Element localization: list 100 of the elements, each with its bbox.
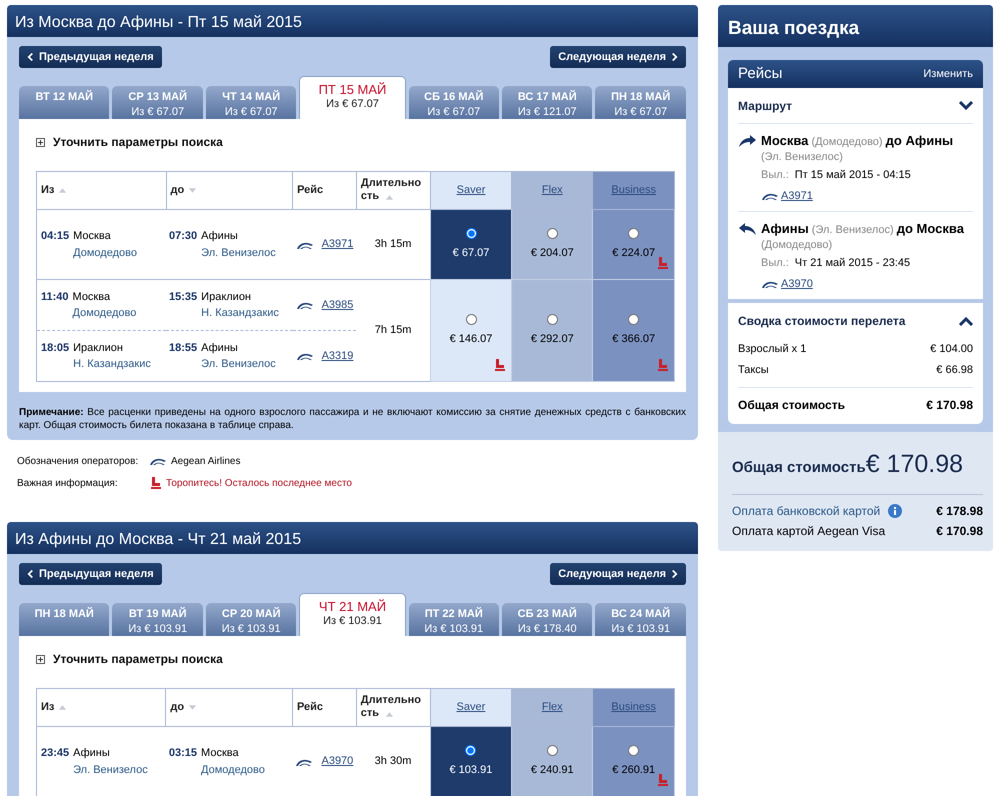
column-header[interactable]: Длительность: [356, 172, 430, 210]
airport-name: Домодедово: [201, 762, 265, 778]
seat-icon: [149, 476, 162, 490]
departure-time: 18:05: [41, 340, 70, 356]
airport-name: Эл. Венизелос: [201, 246, 276, 260]
fare-radio[interactable]: [466, 314, 477, 325]
fare-cell[interactable]: € 67.07: [430, 210, 512, 280]
fare-price: € 260.91: [611, 762, 656, 778]
flights-header-bar: Рейсы Изменить: [728, 60, 983, 88]
fare-price: € 103.91: [448, 762, 494, 778]
price-value: € 66.98: [936, 363, 973, 378]
fare-cell[interactable]: € 366.07: [592, 280, 674, 382]
day-tab[interactable]: ЧТ 14 МАЙ Из € 67.07: [206, 86, 296, 119]
column-header: Рейс: [292, 688, 356, 726]
next-week-button[interactable]: Следующая неделя: [550, 563, 686, 585]
next-week-button[interactable]: Следующая неделя: [550, 46, 686, 68]
flight-number-link[interactable]: A3985: [322, 296, 354, 314]
day-tab[interactable]: СР 13 МАЙ Из € 67.07: [112, 86, 203, 119]
price-value: € 104.00: [930, 342, 973, 358]
total-value: € 170.98: [926, 397, 973, 414]
fare-class-link[interactable]: Flex: [542, 184, 563, 196]
fare-radio[interactable]: [465, 745, 476, 756]
fare-cell[interactable]: € 240.91: [512, 726, 593, 796]
fare-radio[interactable]: [546, 314, 558, 325]
day-tab[interactable]: СР 20 МАЙ Из € 103.91: [206, 603, 296, 636]
swoosh-icon: [296, 300, 314, 310]
previous-week-button[interactable]: Предыдущая неделя: [19, 46, 162, 68]
price-label: Таксы: [738, 363, 769, 378]
expand-icon: [36, 654, 45, 664]
flight-number-link[interactable]: A3319: [322, 348, 354, 364]
departure-date: Чт 21 май 2015 - 23:45: [794, 256, 910, 271]
fare-price: € 224.07: [611, 246, 656, 260]
chevron-left-icon: [27, 569, 34, 579]
grand-total-label: Общая стоимость: [732, 458, 866, 478]
fare-price: € 204.07: [530, 246, 575, 260]
airport-name: Эл. Венизелос: [201, 357, 276, 372]
total-label: Общая стоимость: [738, 397, 845, 414]
day-tab[interactable]: СБ 16 МАЙ Из € 67.07: [408, 86, 499, 119]
section-title: Из Москва до Афины - Пт 15 май 2015: [7, 5, 698, 37]
day-tab[interactable]: ПТ 22 МАЙ Из € 103.91: [408, 603, 499, 636]
note-text: Примечание: Все расценки приведены на одного взрослого пассажира и не включают комиссию за снятие денежных средств с банковских карт. Общая стоимость билета показана в таблице справа.: [19, 406, 686, 432]
day-tab[interactable]: ВС 17 МАЙ Из € 121.07: [502, 86, 592, 119]
fare-class-link[interactable]: Flex: [542, 701, 563, 714]
day-tab[interactable]: ВТ 19 МАЙ Из € 103.91: [112, 603, 203, 636]
day-tab[interactable]: ВС 24 МАЙ Из € 103.91: [595, 603, 686, 636]
day-tab[interactable]: СБ 23 МАЙ Из € 178.40: [502, 603, 592, 636]
section-title: Из Афины до Москва - Чт 21 май 2015: [7, 522, 698, 554]
column-header[interactable]: до: [166, 688, 292, 726]
flight-number-link[interactable]: A3971: [322, 236, 354, 253]
column-header[interactable]: Из: [36, 688, 166, 726]
flight-number-link[interactable]: A3970: [781, 276, 813, 292]
previous-week-button[interactable]: Предыдущая неделя: [19, 563, 162, 585]
route-heading: Маршрут: [738, 98, 792, 114]
fare-price: € 146.07: [448, 332, 494, 346]
fare-class-link[interactable]: Saver: [456, 184, 486, 196]
flight-number-link[interactable]: A3970: [321, 753, 354, 770]
fare-radio[interactable]: [466, 228, 477, 239]
fare-class-link[interactable]: Saver: [456, 701, 486, 714]
arrival-time: 15:35: [169, 290, 198, 304]
city-name: Москва: [201, 746, 240, 761]
day-tab[interactable]: ЧТ 21 МАЙ Из € 103.91: [299, 593, 406, 636]
duration-text: 7h 15m: [374, 324, 412, 336]
chevron-up-icon: [959, 316, 973, 326]
fare-radio[interactable]: [628, 745, 640, 756]
day-tab[interactable]: ПН 18 МАЙ Из € 67.07: [595, 86, 686, 119]
column-header[interactable]: до: [166, 172, 293, 210]
day-tab[interactable]: ПТ 15 МАЙ Из € 67.07: [299, 76, 406, 119]
trip-title: Ваша поездка: [718, 5, 993, 47]
fare-cell[interactable]: € 260.91: [592, 726, 674, 796]
change-link[interactable]: Изменить: [923, 66, 973, 82]
fare-radio[interactable]: [546, 228, 558, 239]
fare-radio[interactable]: [628, 314, 640, 325]
fare-radio[interactable]: [628, 228, 640, 239]
arrival-time: 07:30: [169, 229, 198, 244]
column-header[interactable]: Из: [36, 172, 166, 210]
arrival-time: 03:15: [168, 746, 198, 761]
refine-search-link[interactable]: Уточнить параметры поиска: [53, 650, 223, 668]
leg-route: Москва (Домодедово) до Афины (Эл. Венизелос): [761, 133, 954, 165]
swoosh-icon: [296, 351, 314, 361]
legend-label: Важная информация:: [17, 476, 119, 490]
fare-cell[interactable]: € 146.07: [430, 280, 512, 382]
grand-total-value: € 170.98: [866, 449, 964, 480]
fare-price: € 292.07: [530, 332, 575, 346]
fare-cell[interactable]: € 224.07: [592, 210, 674, 280]
column-header[interactable]: Длительность: [356, 688, 430, 726]
city-name: Москва: [72, 290, 112, 304]
airport-name: Н. Казандзакис: [73, 357, 151, 372]
fare-price: € 366.07: [611, 332, 656, 346]
fare-cell[interactable]: € 292.07: [512, 280, 593, 382]
flight-number-link[interactable]: A3971: [781, 188, 813, 204]
fare-radio[interactable]: [546, 745, 558, 756]
refine-search-link[interactable]: Уточнить параметры поиска: [53, 133, 223, 151]
chevron-right-icon: [671, 52, 678, 62]
city-name: Афины: [73, 746, 111, 761]
fare-cell[interactable]: € 204.07: [512, 210, 593, 280]
fare-price: € 240.91: [530, 762, 575, 778]
expand-icon: [36, 138, 45, 146]
departure-date: Пт 15 май 2015 - 04:15: [794, 168, 911, 183]
fare-cell[interactable]: € 103.91: [430, 726, 512, 796]
summary-heading: Сводка стоимости перелета: [738, 313, 906, 330]
